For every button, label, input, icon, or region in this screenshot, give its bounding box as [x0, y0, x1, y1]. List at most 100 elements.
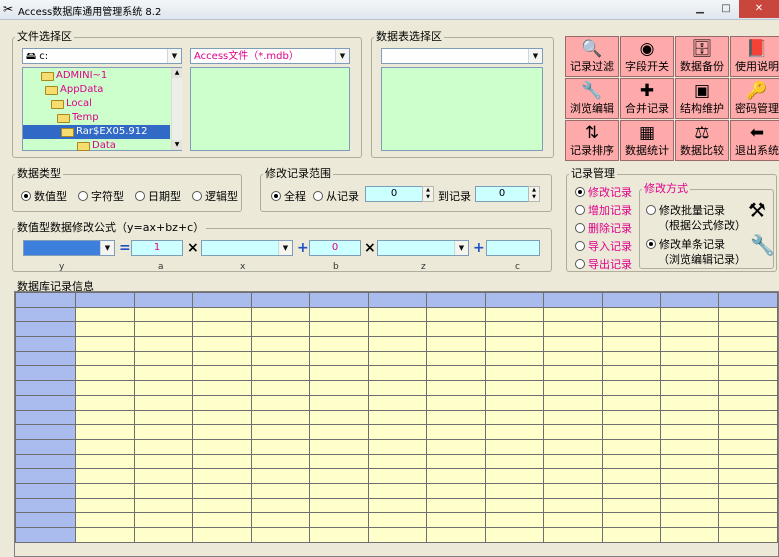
grid-cell[interactable]	[250, 453, 311, 470]
grid-cell[interactable]	[659, 350, 720, 367]
column-header[interactable]	[718, 292, 778, 308]
grid-cell[interactable]	[426, 380, 486, 396]
grid-cell[interactable]	[543, 409, 603, 426]
grid-cell[interactable]	[192, 336, 252, 352]
grid-cell[interactable]	[484, 453, 545, 470]
grid-cell[interactable]	[192, 512, 252, 528]
records-grid[interactable]	[14, 291, 779, 557]
records-table[interactable]	[15, 292, 778, 543]
grid-cell[interactable]	[543, 380, 603, 396]
grid-cell[interactable]	[718, 409, 778, 426]
grid-cell[interactable]	[426, 409, 486, 426]
row-header[interactable]	[15, 394, 77, 411]
table-row[interactable]	[15, 527, 778, 543]
grid-cell[interactable]	[426, 468, 486, 484]
grid-cell[interactable]	[309, 306, 369, 323]
grid-cell[interactable]	[75, 321, 135, 338]
grid-cell[interactable]	[543, 497, 603, 514]
radio-from[interactable]: 从记录	[313, 188, 359, 204]
column-header[interactable]	[601, 292, 661, 308]
grid-cell[interactable]	[75, 365, 135, 382]
grid-cell[interactable]	[250, 380, 311, 396]
grid-cell[interactable]	[484, 409, 545, 426]
grid-cell[interactable]	[192, 380, 252, 396]
grid-cell[interactable]	[192, 394, 252, 411]
grid-cell[interactable]	[133, 394, 194, 411]
grid-cell[interactable]	[601, 394, 661, 411]
b-input[interactable]: 0	[309, 240, 361, 256]
grid-cell[interactable]	[75, 336, 135, 352]
grid-cell[interactable]	[192, 409, 252, 426]
grid-cell[interactable]	[659, 453, 720, 470]
grid-cell[interactable]	[718, 468, 778, 484]
grid-cell[interactable]	[192, 468, 252, 484]
row-header[interactable]	[15, 453, 77, 470]
grid-cell[interactable]	[133, 424, 194, 440]
row-header[interactable]	[15, 497, 77, 514]
grid-cell[interactable]	[601, 350, 661, 367]
grid-cell[interactable]	[309, 394, 369, 411]
grid-cell[interactable]	[659, 321, 720, 338]
grid-cell[interactable]	[133, 453, 194, 470]
grid-cell[interactable]	[601, 424, 661, 440]
grid-cell[interactable]	[133, 482, 194, 499]
chevron-down-icon[interactable]: ▼	[167, 49, 181, 63]
grid-cell[interactable]	[250, 409, 311, 426]
grid-cell[interactable]	[718, 306, 778, 323]
table-row[interactable]	[15, 409, 778, 426]
y-field-combo[interactable]: ▼	[23, 240, 115, 256]
c-input[interactable]	[486, 240, 540, 256]
grid-cell[interactable]	[367, 497, 428, 514]
grid-cell[interactable]	[75, 527, 135, 543]
radio-batch-modify[interactable]: 修改批量记录	[646, 202, 725, 218]
table-row[interactable]	[15, 482, 778, 499]
column-header[interactable]	[659, 292, 720, 308]
grid-header-row[interactable]	[15, 292, 778, 308]
grid-cell[interactable]	[659, 409, 720, 426]
grid-cell[interactable]	[543, 365, 603, 382]
grid-cell[interactable]	[309, 453, 369, 470]
x-field-combo[interactable]: ▼	[201, 240, 293, 256]
grid-cell[interactable]	[484, 512, 545, 528]
grid-cell[interactable]	[309, 527, 369, 543]
tool-button-8[interactable]: 🔑 密码管理	[730, 78, 779, 119]
grid-cell[interactable]	[192, 453, 252, 470]
table-row[interactable]	[15, 380, 778, 396]
grid-cell[interactable]	[192, 497, 252, 514]
tree-item[interactable]: Data	[77, 139, 116, 153]
grid-cell[interactable]	[426, 306, 486, 323]
column-header[interactable]	[543, 292, 603, 308]
table-list[interactable]	[381, 67, 543, 151]
grid-cell[interactable]	[484, 394, 545, 411]
file-filter-combo[interactable]: Access文件（*.mdb） ▼	[190, 48, 350, 64]
grid-cell[interactable]	[601, 468, 661, 484]
grid-cell[interactable]	[718, 497, 778, 514]
grid-cell[interactable]	[426, 350, 486, 367]
a-input[interactable]: 1	[131, 240, 183, 256]
grid-cell[interactable]	[601, 409, 661, 426]
grid-cell[interactable]	[133, 512, 194, 528]
tool-button-4[interactable]: 📕 使用说明	[730, 36, 779, 77]
to-record-input[interactable]: 0	[475, 186, 529, 202]
radio-add-record[interactable]: 增加记录	[575, 202, 632, 218]
grid-cell[interactable]	[250, 321, 311, 338]
grid-cell[interactable]	[309, 350, 369, 367]
grid-cell[interactable]	[718, 394, 778, 411]
column-header[interactable]	[309, 292, 369, 308]
grid-cell[interactable]	[250, 394, 311, 411]
grid-cell[interactable]	[75, 453, 135, 470]
grid-cell[interactable]	[309, 468, 369, 484]
maximize-icon[interactable]: □	[713, 0, 739, 18]
grid-cell[interactable]	[309, 497, 369, 514]
from-spinner[interactable]: ▲ ▼	[422, 186, 434, 202]
grid-cell[interactable]	[367, 394, 428, 411]
grid-cell[interactable]	[75, 468, 135, 484]
grid-cell[interactable]	[133, 365, 194, 382]
column-header[interactable]	[75, 292, 135, 308]
radio-date[interactable]: 日期型	[135, 188, 181, 204]
grid-cell[interactable]	[426, 482, 486, 499]
tree-item[interactable]: ADMINI~1	[41, 69, 107, 83]
grid-cell[interactable]	[426, 365, 486, 382]
grid-cell[interactable]	[309, 321, 369, 338]
folder-tree[interactable]: ADMINI~1 AppData Local Temp Rar$EX05.912…	[22, 67, 182, 151]
